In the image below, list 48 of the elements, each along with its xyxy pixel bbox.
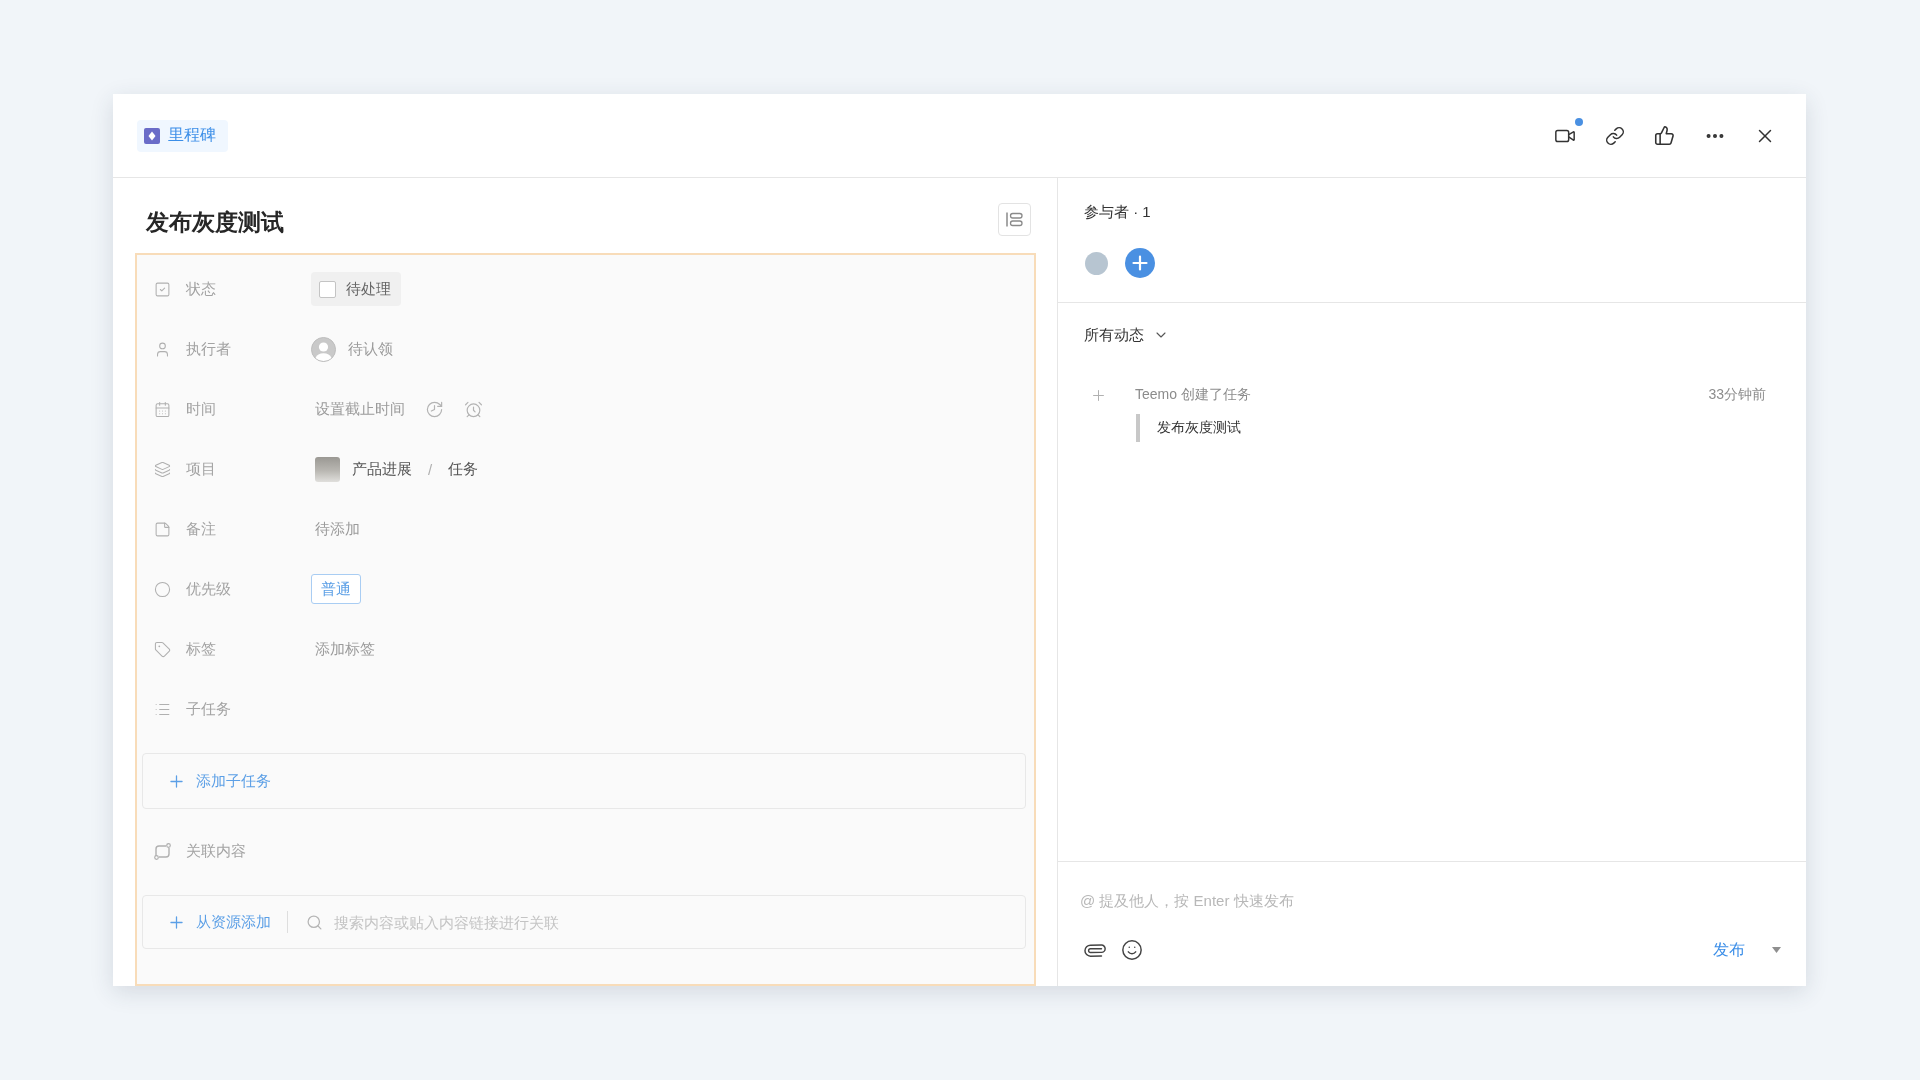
user-silhouette-icon	[311, 336, 336, 362]
plus-circle-icon[interactable]	[1125, 248, 1155, 278]
connector-icon	[154, 842, 171, 860]
user-icon	[154, 340, 171, 358]
photo-placeholder	[315, 456, 340, 482]
field-label: 标签	[186, 639, 217, 659]
assignee-link[interactable]: 待认领	[348, 339, 393, 359]
field-label: 执行者	[186, 339, 232, 359]
search-icon	[306, 913, 323, 931]
layout-button[interactable]	[998, 203, 1031, 236]
milestone-tag[interactable]: 里程碑	[137, 119, 228, 152]
add-subtask-button[interactable]: 添加子任务	[167, 771, 271, 791]
activity-time: 33分钟前	[1708, 386, 1766, 404]
link-icon[interactable]	[1604, 125, 1625, 146]
layout-icon	[1006, 212, 1023, 227]
check-square-icon	[154, 280, 171, 298]
field-label: 优先级	[186, 579, 232, 599]
activity-text: Teemo 创建了任务	[1135, 386, 1251, 404]
participants-title: 参与者 · 1	[1084, 202, 1151, 222]
caret-down-icon[interactable]	[1772, 947, 1781, 953]
checkbox[interactable]	[319, 280, 336, 298]
tag-icon	[154, 640, 171, 658]
thumbs-up-icon[interactable]	[1654, 125, 1675, 146]
layers-icon	[154, 460, 171, 478]
section-label: 关联内容	[186, 841, 247, 861]
add-from-resource-button[interactable]: 从资源添加	[167, 912, 271, 932]
status-button[interactable]: 待处理	[311, 272, 401, 306]
publish-button[interactable]: 发布	[1713, 939, 1745, 961]
due-date-link[interactable]: 设置截止时间	[311, 399, 405, 419]
smile-icon[interactable]	[1121, 939, 1143, 961]
add-tag-link[interactable]: 添加标签	[311, 639, 375, 659]
section-label: 子任务	[186, 699, 232, 719]
quote-block: 发布灰度测试	[1136, 414, 1241, 442]
priority-tag[interactable]: 普通	[311, 574, 361, 604]
field-label: 项目	[186, 459, 217, 479]
activity-filter-dropdown[interactable]: 所有动态	[1084, 324, 1169, 346]
circle-icon	[154, 580, 171, 598]
note-icon	[154, 520, 171, 538]
calendar-icon	[154, 400, 171, 418]
project-link[interactable]: 产品进展	[352, 459, 412, 479]
list-link[interactable]: 任务	[448, 459, 479, 479]
comment-field[interactable]: @ 提及他人，按 Enter 快速发布	[1080, 880, 1781, 920]
note-link[interactable]: 待添加	[311, 519, 360, 539]
field-label: 状态	[186, 279, 217, 299]
field-label: 时间	[186, 399, 217, 419]
task-title: 发布灰度测试	[146, 208, 284, 237]
field-label: 备注	[186, 519, 217, 539]
path-separator: /	[427, 460, 434, 478]
